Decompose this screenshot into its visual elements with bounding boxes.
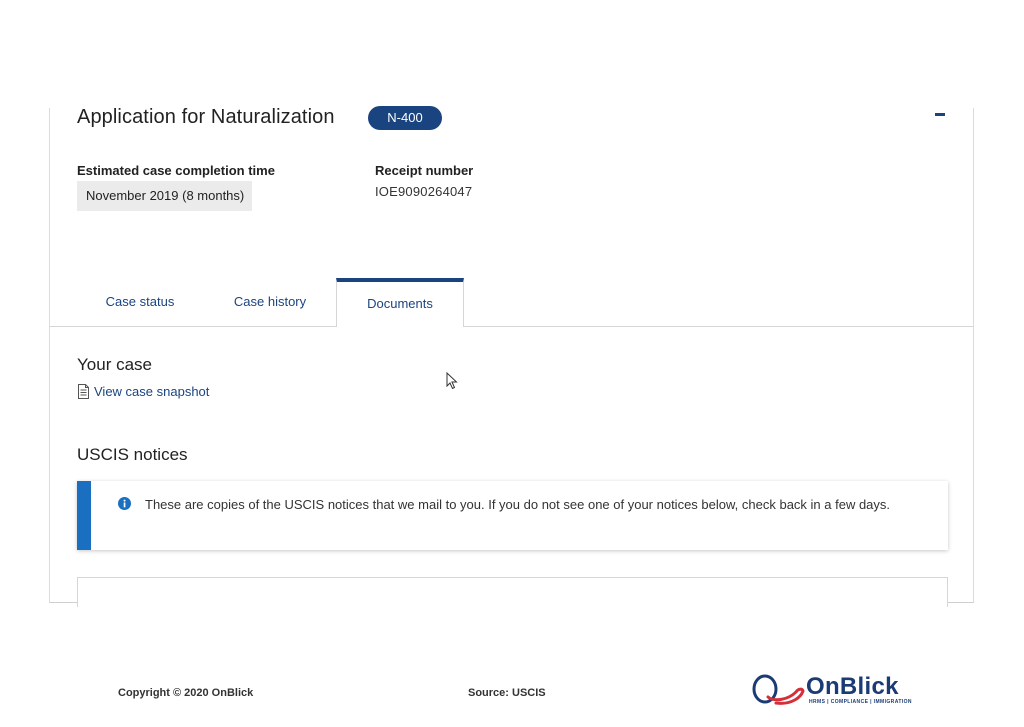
- view-case-snapshot-link[interactable]: View case snapshot: [77, 384, 209, 399]
- view-case-snapshot-label: View case snapshot: [94, 384, 210, 399]
- info-icon: [118, 497, 131, 510]
- footer-source: Source: USCIS: [468, 687, 546, 699]
- footer-copyright: Copyright © 2020 OnBlick: [118, 687, 254, 699]
- uscis-notices-heading: USCIS notices: [77, 445, 188, 464]
- estimated-completion-value: November 2019 (8 months): [77, 181, 253, 211]
- onblick-logo-icon: [752, 674, 805, 705]
- document-icon: [78, 384, 89, 399]
- collapse-icon[interactable]: [935, 113, 945, 116]
- mouse-pointer-icon: [446, 372, 458, 390]
- info-alert-text: These are copies of the USCIS notices th…: [145, 497, 891, 512]
- receipt-number-value: IOE9090264047: [375, 184, 473, 199]
- tab-documents[interactable]: Documents: [336, 278, 464, 328]
- brand-name: OnBlick: [806, 673, 899, 700]
- tab-case-history[interactable]: Case history: [220, 278, 320, 326]
- notices-list-box: [77, 577, 948, 607]
- case-card: Application for Naturalization N-400 Est…: [49, 106, 974, 607]
- tabs-divider: [50, 326, 973, 327]
- estimated-completion-label: Estimated case completion time: [77, 163, 275, 178]
- case-title: Application for Naturalization: [77, 106, 335, 128]
- brand-tagline: HRMS | COMPLIANCE | IMMIGRATION: [809, 699, 912, 705]
- form-type-badge: N-400: [368, 106, 442, 130]
- onblick-brand: OnBlick HRMS | COMPLIANCE | IMMIGRATION: [752, 672, 912, 708]
- tab-case-status[interactable]: Case status: [92, 278, 188, 326]
- your-case-heading: Your case: [77, 355, 152, 374]
- receipt-number-label: Receipt number: [375, 163, 474, 178]
- screenshot-stage: Application for Naturalization N-400 Est…: [0, 0, 1024, 727]
- info-alert: These are copies of the USCIS notices th…: [77, 481, 948, 550]
